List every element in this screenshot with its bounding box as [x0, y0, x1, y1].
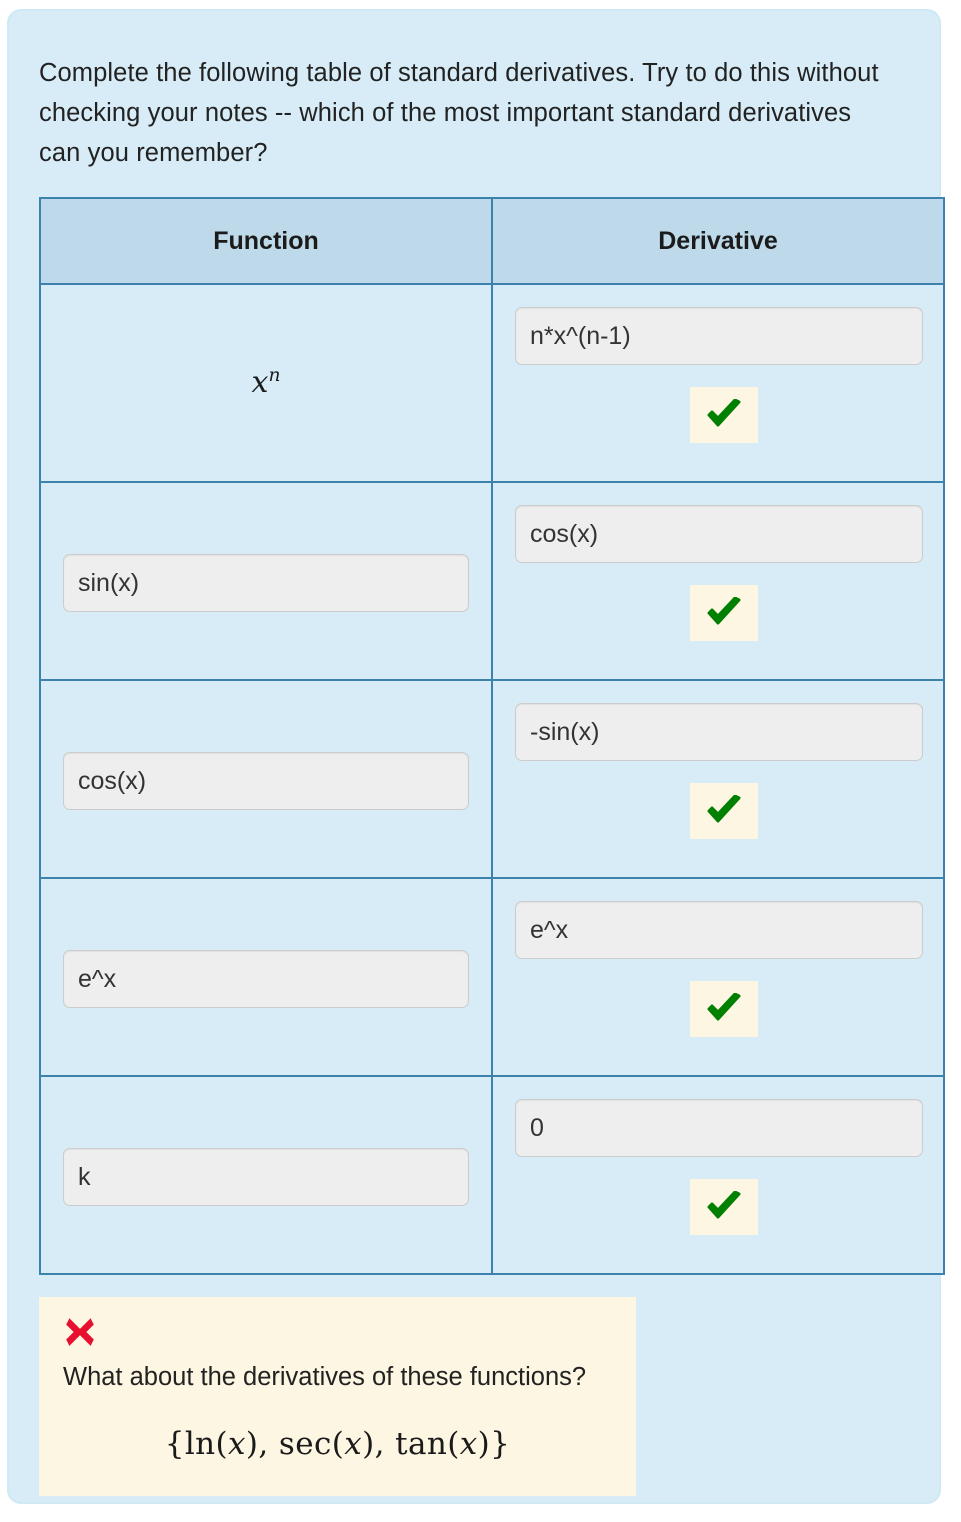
feedback-math-expression: {ln(x), sec(x), tan(x)}	[63, 1426, 612, 1462]
status-badge	[690, 1179, 758, 1235]
math-open-brace: {	[164, 1426, 185, 1462]
function-input[interactable]: sin(x)	[63, 554, 469, 612]
question-prompt: Complete the following table of standard…	[39, 59, 879, 167]
function-cell-inner: sin(x)	[41, 483, 491, 679]
derivatives-table: Function Derivative xn n*x^(n-1) sin(x) …	[39, 197, 945, 1275]
feedback-panel: What about the derivatives of these func…	[39, 1297, 636, 1496]
derivative-input[interactable]: n*x^(n-1)	[515, 307, 923, 365]
derivative-cell-inner: -sin(x)	[493, 681, 943, 877]
column-header-derivative: Derivative	[491, 197, 945, 285]
check-icon	[707, 597, 741, 625]
function-input[interactable]: cos(x)	[63, 752, 469, 810]
page-root: Complete the following table of standard…	[0, 0, 961, 1522]
table-row: cos(x) -sin(x)	[39, 679, 945, 879]
math-fn-sec: sec	[278, 1426, 332, 1462]
check-icon	[707, 795, 741, 823]
math-close-paren: )	[477, 1426, 491, 1462]
function-math-display: xn	[41, 285, 491, 481]
function-input[interactable]: k	[63, 1148, 469, 1206]
math-separator: ,	[258, 1426, 279, 1462]
math-separator: ,	[374, 1426, 396, 1462]
function-cell-inner: k	[41, 1077, 491, 1273]
math-expression-x-power-n: xn	[251, 365, 281, 400]
derivative-input[interactable]: cos(x)	[515, 505, 923, 563]
check-icon	[707, 993, 741, 1021]
math-var-x: x	[459, 1426, 478, 1462]
math-open-paren: (	[447, 1426, 460, 1462]
table-row: xn n*x^(n-1)	[39, 283, 945, 483]
math-fn-ln: ln	[184, 1426, 216, 1462]
function-cell-inner: e^x	[41, 879, 491, 1075]
math-var-x: x	[344, 1426, 363, 1462]
table-header-row: Function Derivative	[39, 197, 945, 285]
derivative-cell: -sin(x)	[491, 679, 945, 879]
status-badge	[690, 783, 758, 839]
function-cell: k	[39, 1075, 493, 1275]
function-cell-inner: cos(x)	[41, 681, 491, 877]
derivative-cell: 0	[491, 1075, 945, 1275]
table-row: e^x e^x	[39, 877, 945, 1077]
math-var-x: x	[228, 1426, 246, 1462]
derivative-input[interactable]: 0	[515, 1099, 923, 1157]
function-cell: cos(x)	[39, 679, 493, 879]
derivative-input[interactable]: -sin(x)	[515, 703, 923, 761]
derivative-cell: e^x	[491, 877, 945, 1077]
cross-icon	[66, 1318, 94, 1346]
derivative-cell-inner: e^x	[493, 879, 943, 1075]
derivative-input[interactable]: e^x	[515, 901, 923, 959]
table-row: sin(x) cos(x)	[39, 481, 945, 681]
function-input[interactable]: e^x	[63, 950, 469, 1008]
status-badge	[690, 387, 758, 443]
function-cell: xn	[39, 283, 493, 483]
column-header-function: Function	[39, 197, 493, 285]
derivative-cell: n*x^(n-1)	[491, 283, 945, 483]
math-close-brace: }	[490, 1426, 511, 1462]
derivative-cell: cos(x)	[491, 481, 945, 681]
feedback-message: What about the derivatives of these func…	[63, 1363, 587, 1391]
derivative-cell-inner: 0	[493, 1077, 943, 1273]
status-badge	[690, 585, 758, 641]
math-open-paren: (	[331, 1426, 345, 1462]
math-close-paren: )	[362, 1426, 375, 1462]
check-icon	[707, 399, 741, 427]
question-panel: Complete the following table of standard…	[7, 9, 945, 1504]
table-row: k 0	[39, 1075, 945, 1275]
check-icon	[707, 1191, 741, 1219]
math-fn-tan: tan	[395, 1426, 448, 1462]
status-badge	[690, 981, 758, 1037]
math-open-paren: (	[215, 1426, 229, 1462]
derivative-cell-inner: n*x^(n-1)	[493, 285, 943, 481]
function-cell: e^x	[39, 877, 493, 1077]
function-cell: sin(x)	[39, 481, 493, 681]
math-close-paren: )	[245, 1426, 259, 1462]
derivative-cell-inner: cos(x)	[493, 483, 943, 679]
